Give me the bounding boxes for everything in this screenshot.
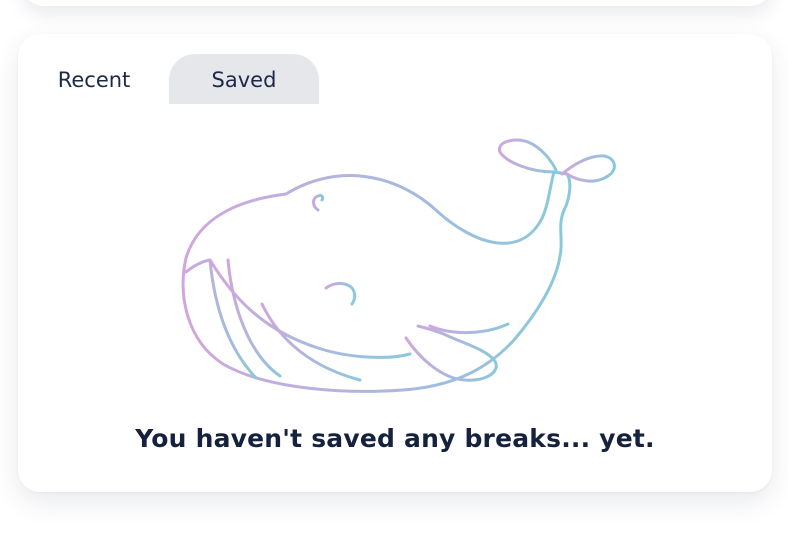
saved-breaks-card: Recent Saved You haven't saved any break… — [18, 34, 772, 492]
whale-icon — [181, 138, 616, 393]
previous-card — [22, 0, 772, 6]
tab-bar: Recent Saved — [36, 54, 319, 104]
tab-saved-label: Saved — [211, 68, 277, 92]
tab-recent[interactable]: Recent — [36, 54, 152, 104]
empty-state-message: You haven't saved any breaks... yet. — [135, 424, 655, 453]
tab-saved[interactable]: Saved — [169, 54, 319, 104]
tab-recent-label: Recent — [57, 68, 131, 92]
